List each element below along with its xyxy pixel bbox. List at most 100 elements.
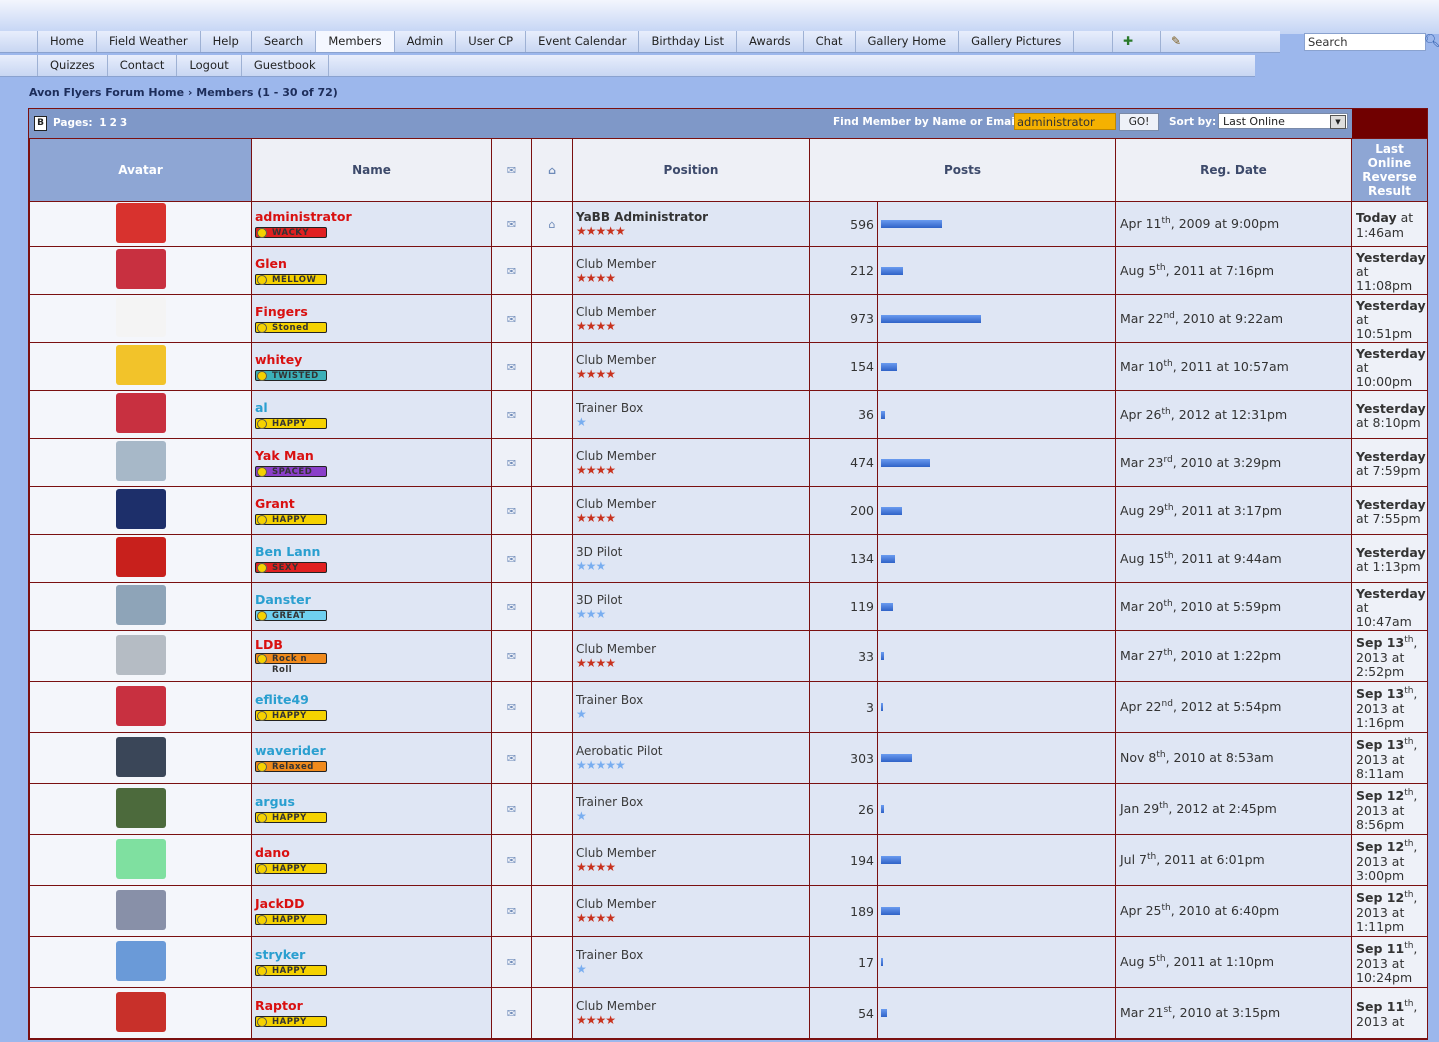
member-name-link[interactable]: stryker — [252, 948, 491, 962]
nav-item-search[interactable]: Search — [250, 31, 316, 52]
avatar[interactable] — [115, 489, 166, 529]
send-message-icon[interactable]: ✉ — [507, 553, 516, 566]
avatar[interactable] — [115, 249, 166, 289]
avatar-cell — [29, 294, 252, 343]
nav-item-birthday-list[interactable]: Birthday List — [638, 31, 736, 52]
member-name-link[interactable]: Glen — [252, 256, 491, 271]
send-message-icon[interactable]: ✉ — [507, 361, 516, 374]
member-name-link[interactable]: dano — [252, 846, 491, 860]
send-message-icon[interactable]: ✉ — [507, 1007, 516, 1020]
col-name[interactable]: Name — [251, 138, 492, 202]
page-link-2[interactable]: 2 — [110, 117, 117, 129]
position-cell: Club Member ★★★★ — [572, 486, 810, 535]
avatar[interactable] — [115, 441, 166, 481]
nav-item-admin[interactable]: Admin — [393, 31, 456, 52]
member-name-link[interactable]: Grant — [252, 496, 491, 511]
send-message-icon[interactable]: ✉ — [507, 265, 516, 278]
pager-bar: B Pages: 123 Find Member by Name or Emai… — [29, 109, 1427, 138]
avatar[interactable] — [115, 838, 166, 879]
position-cell: Club Member ★★★★ — [572, 342, 810, 391]
col-position[interactable]: Position — [572, 138, 810, 202]
nav-item-field-weather[interactable]: Field Weather — [95, 31, 200, 52]
avatar[interactable] — [115, 940, 166, 981]
reg-date: Aug 15th, 2011 at 9:44am — [1115, 534, 1352, 583]
sort-by-select[interactable]: Last Online ▼ — [1218, 113, 1348, 129]
avatar[interactable] — [115, 787, 166, 828]
avatar[interactable] — [115, 634, 166, 675]
nav-item-quizzes[interactable]: Quizzes — [37, 55, 107, 76]
avatar[interactable] — [115, 991, 166, 1032]
name-cell: Raptor HAPPY — [251, 987, 492, 1039]
nav-item-contact[interactable]: Contact — [106, 55, 177, 76]
position-cell: YaBB Administrator ★★★★★ — [572, 201, 810, 247]
member-name-link[interactable]: Yak Man — [252, 448, 491, 463]
avatar[interactable] — [115, 345, 166, 385]
member-name-link[interactable]: whitey — [252, 352, 491, 367]
member-name-link[interactable]: Danster — [252, 592, 491, 607]
name-cell: JackDD HAPPY — [251, 885, 492, 937]
member-name-link[interactable]: administrator — [252, 210, 491, 224]
edit-icon[interactable]: ✎ — [1160, 31, 1191, 52]
table-row: dano HAPPY ✉ Club Member ★★★★ 194 Jul 7t… — [29, 834, 1428, 886]
website-icon[interactable]: ⌂ — [549, 218, 556, 231]
nav-item-gallery-pictures[interactable]: Gallery Pictures — [958, 31, 1073, 52]
breadcrumb[interactable]: Avon Flyers Forum Home › Members (1 - 30… — [29, 86, 338, 99]
nav-item-gallery-home[interactable]: Gallery Home — [854, 31, 959, 52]
avatar[interactable] — [115, 585, 166, 625]
col-last-online[interactable]: Last Online Reverse Result — [1351, 138, 1428, 202]
find-go-button[interactable]: GO! — [1119, 113, 1159, 131]
send-message-icon[interactable]: ✉ — [507, 854, 516, 867]
avatar[interactable] — [115, 537, 166, 577]
last-online: Yesterday at 7:59pm — [1351, 438, 1428, 487]
member-name-link[interactable]: Ben Lann — [252, 544, 491, 559]
nav-item-awards[interactable]: Awards — [735, 31, 803, 52]
send-message-icon[interactable]: ✉ — [507, 803, 516, 816]
send-message-icon[interactable]: ✉ — [507, 650, 516, 663]
member-position: Club Member — [576, 496, 657, 511]
member-name-link[interactable]: eflite49 — [252, 693, 491, 707]
page-list-icon[interactable]: B — [34, 116, 47, 131]
col-posts[interactable]: Posts — [809, 138, 1116, 202]
nav-item-help[interactable]: Help — [199, 31, 251, 52]
nav-item-event-calendar[interactable]: Event Calendar — [525, 31, 638, 52]
search-icon[interactable]: 🔍︎ — [1424, 33, 1439, 51]
member-name-link[interactable]: Fingers — [252, 304, 491, 319]
send-message-icon[interactable]: ✉ — [507, 218, 516, 231]
nav-item-members[interactable]: Members — [315, 31, 394, 52]
avatar[interactable] — [115, 393, 166, 433]
avatar[interactable] — [115, 685, 166, 726]
pm-cell: ✉ — [491, 885, 532, 937]
avatar[interactable] — [115, 889, 166, 930]
avatar[interactable] — [115, 297, 166, 337]
send-message-icon[interactable]: ✉ — [507, 409, 516, 422]
send-message-icon[interactable]: ✉ — [507, 956, 516, 969]
new-post-icon[interactable]: ✚ — [1112, 31, 1143, 52]
send-message-icon[interactable]: ✉ — [507, 752, 516, 765]
page-link-3[interactable]: 3 — [120, 117, 127, 129]
send-message-icon[interactable]: ✉ — [507, 457, 516, 470]
avatar[interactable] — [115, 202, 166, 243]
search-input[interactable] — [1304, 33, 1426, 51]
send-message-icon[interactable]: ✉ — [507, 701, 516, 714]
page-link-1[interactable]: 1 — [99, 117, 106, 129]
nav-item-logout[interactable]: Logout — [176, 55, 240, 76]
col-reg-date[interactable]: Reg. Date — [1115, 138, 1352, 202]
send-message-icon[interactable]: ✉ — [507, 505, 516, 518]
nav-item-guestbook[interactable]: Guestbook — [240, 55, 328, 76]
member-name-link[interactable]: waverider — [252, 744, 491, 758]
member-position: Club Member — [576, 642, 657, 656]
send-message-icon[interactable]: ✉ — [507, 313, 516, 326]
send-message-icon[interactable]: ✉ — [507, 601, 516, 614]
member-name-link[interactable]: argus — [252, 795, 491, 809]
avatar[interactable] — [115, 736, 166, 777]
nav-item-home[interactable]: Home — [37, 31, 96, 52]
member-name-link[interactable]: Raptor — [252, 999, 491, 1013]
member-name-link[interactable]: JackDD — [252, 897, 491, 911]
member-name-link[interactable]: al — [252, 400, 491, 415]
find-member-input[interactable] — [1014, 113, 1116, 130]
send-message-icon[interactable]: ✉ — [507, 905, 516, 918]
post-count: 36 — [809, 390, 878, 439]
member-name-link[interactable]: LDB — [252, 637, 491, 652]
nav-item-user-cp[interactable]: User CP — [455, 31, 525, 52]
nav-item-chat[interactable]: Chat — [802, 31, 855, 52]
